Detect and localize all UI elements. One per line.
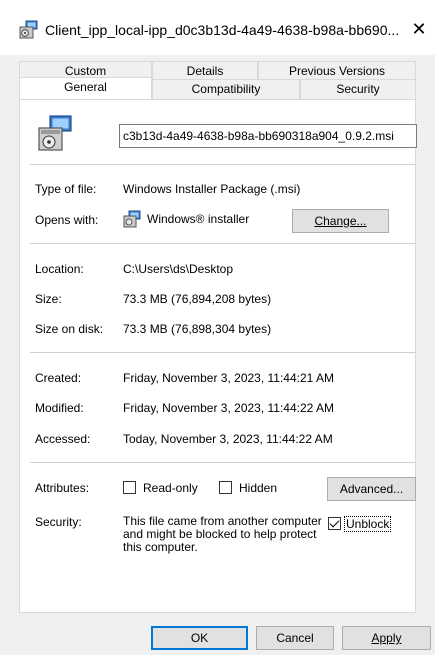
accessed-value: Today, November 3, 2023, 11:44:22 AM [123, 432, 333, 446]
tab-compatibility[interactable]: Compatibility [152, 79, 300, 99]
hidden-label[interactable]: Hidden [239, 481, 277, 495]
separator [30, 243, 416, 244]
hidden-text: Hidden [239, 481, 278, 495]
unblock-text: Unblock [346, 517, 390, 531]
change-button[interactable]: Change... [292, 209, 389, 233]
modified-value: Friday, November 3, 2023, 11:44:22 AM [123, 401, 335, 415]
tab-row-bottom: General Compatibility Security [19, 77, 416, 99]
tab-details[interactable]: Details [152, 61, 258, 81]
size-value: 73.3 MB (76,894,208 bytes) [123, 292, 272, 306]
accessed-label: Accessed: [35, 432, 91, 446]
hidden-checkbox[interactable] [219, 481, 232, 494]
type-of-file-value: Windows Installer Package (.msi) [123, 182, 301, 196]
opens-with-label: Opens with: [35, 213, 99, 227]
apply-button-label: Apply [371, 631, 402, 645]
window-title: Client_ipp_local-ipp_d0c3b13d-4a49-4638-… [45, 22, 400, 38]
modified-label: Modified: [35, 401, 84, 415]
apply-button[interactable]: Apply [342, 626, 431, 650]
advanced-button-label: Advanced... [339, 482, 404, 496]
advanced-button[interactable]: Advanced... [327, 477, 416, 501]
read-only-label[interactable]: Read-only [143, 481, 198, 495]
opens-with-value: Windows® installer [147, 212, 250, 226]
unblock-checkbox[interactable] [328, 517, 341, 530]
location-value: C:\Users\ds\Desktop [123, 262, 234, 276]
close-button[interactable]: ✕ [408, 17, 430, 41]
ok-button[interactable]: OK [151, 626, 248, 650]
read-only-text: Read-only [143, 481, 198, 495]
tab-security[interactable]: Security [300, 79, 416, 99]
attributes-label: Attributes: [35, 481, 90, 495]
tab-previous-versions[interactable]: Previous Versions [258, 61, 416, 81]
type-of-file-label: Type of file: [35, 182, 97, 196]
msi-installer-icon [37, 115, 73, 153]
read-only-checkbox[interactable] [123, 481, 136, 494]
created-value: Friday, November 3, 2023, 11:44:21 AM [123, 371, 335, 385]
separator [30, 462, 416, 463]
msi-installer-icon [19, 20, 39, 40]
file-name-field[interactable]: c3b13d-4a49-4638-b98a-bb690318a904_0.9.2… [119, 124, 417, 148]
change-button-label: Change... [314, 214, 367, 228]
windows-installer-icon [123, 210, 141, 228]
size-label: Size: [35, 292, 62, 306]
size-on-disk-value: 73.3 MB (76,898,304 bytes) [123, 322, 272, 336]
location-label: Location: [35, 262, 84, 276]
size-on-disk-label: Size on disk: [35, 322, 104, 336]
unblock-label[interactable]: Unblock [344, 516, 392, 532]
separator [30, 352, 416, 353]
cancel-button[interactable]: Cancel [256, 626, 334, 650]
dialog-footer: OK Cancel Apply [0, 618, 435, 655]
title-bar: Client_ipp_local-ipp_d0c3b13d-4a49-4638-… [0, 0, 435, 55]
created-label: Created: [35, 371, 82, 385]
tab-general[interactable]: General [19, 77, 152, 99]
security-warning-text: This file came from another computer and… [123, 514, 322, 554]
security-label: Security: [35, 515, 82, 529]
separator [30, 164, 416, 165]
